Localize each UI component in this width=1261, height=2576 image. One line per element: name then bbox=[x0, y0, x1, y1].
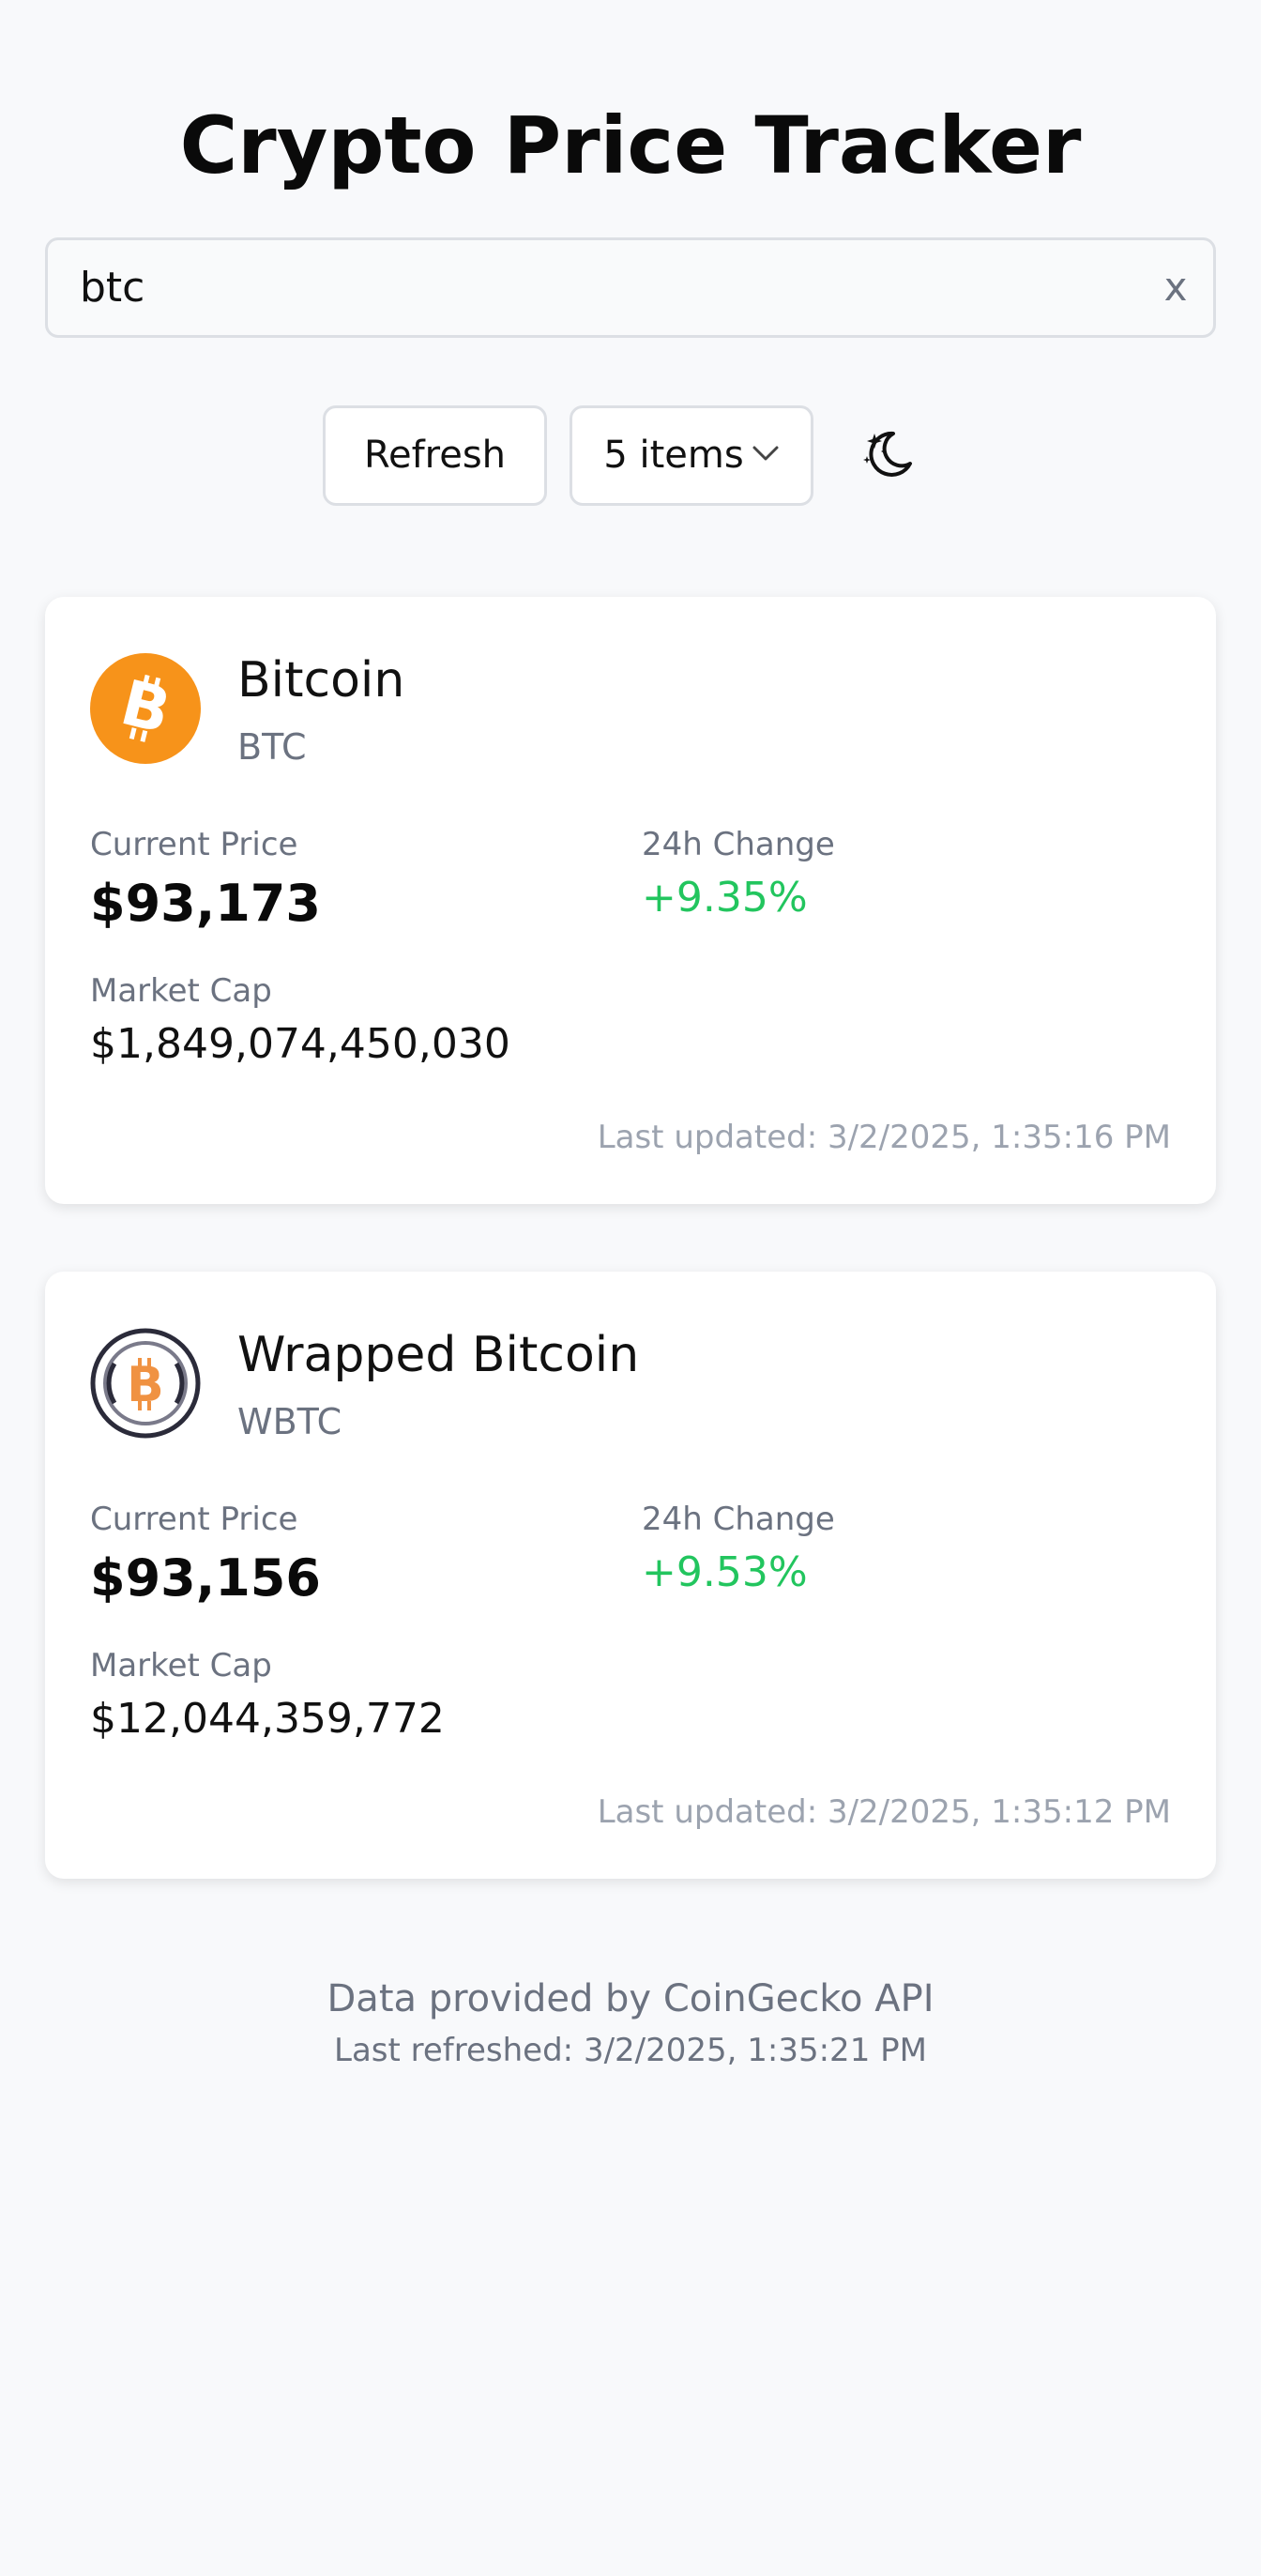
last-updated-text: Last updated: 3/2/2025, 1:35:16 PM bbox=[597, 1119, 1171, 1156]
items-count-select[interactable]: 5 items bbox=[570, 405, 813, 506]
current-price-value: $93,156 bbox=[90, 1548, 321, 1608]
refresh-button[interactable]: Refresh bbox=[323, 405, 547, 506]
change-24h-value: +9.53% bbox=[642, 1548, 808, 1596]
page-title: Crypto Price Tracker bbox=[179, 99, 1082, 191]
items-count-label: 5 items bbox=[603, 434, 744, 477]
search-input[interactable] bbox=[80, 240, 1093, 335]
current-price-label: Current Price bbox=[90, 826, 298, 863]
wrapped-bitcoin-logo-icon: B bbox=[90, 1328, 201, 1439]
coin-name: Bitcoin bbox=[237, 652, 405, 709]
data-source-text: Data provided by CoinGecko API bbox=[327, 1977, 934, 2020]
controls-bar: Refresh 5 items bbox=[0, 405, 1261, 506]
change-24h-value: +9.35% bbox=[642, 874, 808, 922]
market-cap-value: $1,849,074,450,030 bbox=[90, 1020, 510, 1068]
bitcoin-logo-icon: B bbox=[90, 653, 201, 764]
coin-card-wrapped-bitcoin: B Wrapped Bitcoin WBTC Current Price $93… bbox=[45, 1272, 1216, 1879]
coin-symbol: BTC bbox=[237, 726, 307, 768]
change-24h-label: 24h Change bbox=[642, 1501, 835, 1538]
market-cap-value: $12,044,359,772 bbox=[90, 1695, 445, 1743]
coin-symbol: WBTC bbox=[237, 1401, 342, 1442]
last-refreshed-text: Last refreshed: 3/2/2025, 1:35:21 PM bbox=[334, 2032, 927, 2069]
change-24h-label: 24h Change bbox=[642, 826, 835, 863]
last-updated-text: Last updated: 3/2/2025, 1:35:12 PM bbox=[597, 1793, 1171, 1831]
moon-stars-icon[interactable] bbox=[858, 424, 918, 484]
search-box: x bbox=[45, 237, 1216, 338]
coin-card-bitcoin: B Bitcoin BTC Current Price $93,173 24h … bbox=[45, 597, 1216, 1204]
market-cap-label: Market Cap bbox=[90, 972, 272, 1010]
current-price-label: Current Price bbox=[90, 1501, 298, 1538]
coin-name: Wrapped Bitcoin bbox=[237, 1327, 640, 1383]
current-price-value: $93,173 bbox=[90, 874, 321, 933]
chevron-down-icon bbox=[752, 446, 779, 461]
market-cap-label: Market Cap bbox=[90, 1647, 272, 1684]
clear-search-button[interactable]: x bbox=[1157, 261, 1194, 313]
svg-text:B: B bbox=[127, 1357, 164, 1413]
